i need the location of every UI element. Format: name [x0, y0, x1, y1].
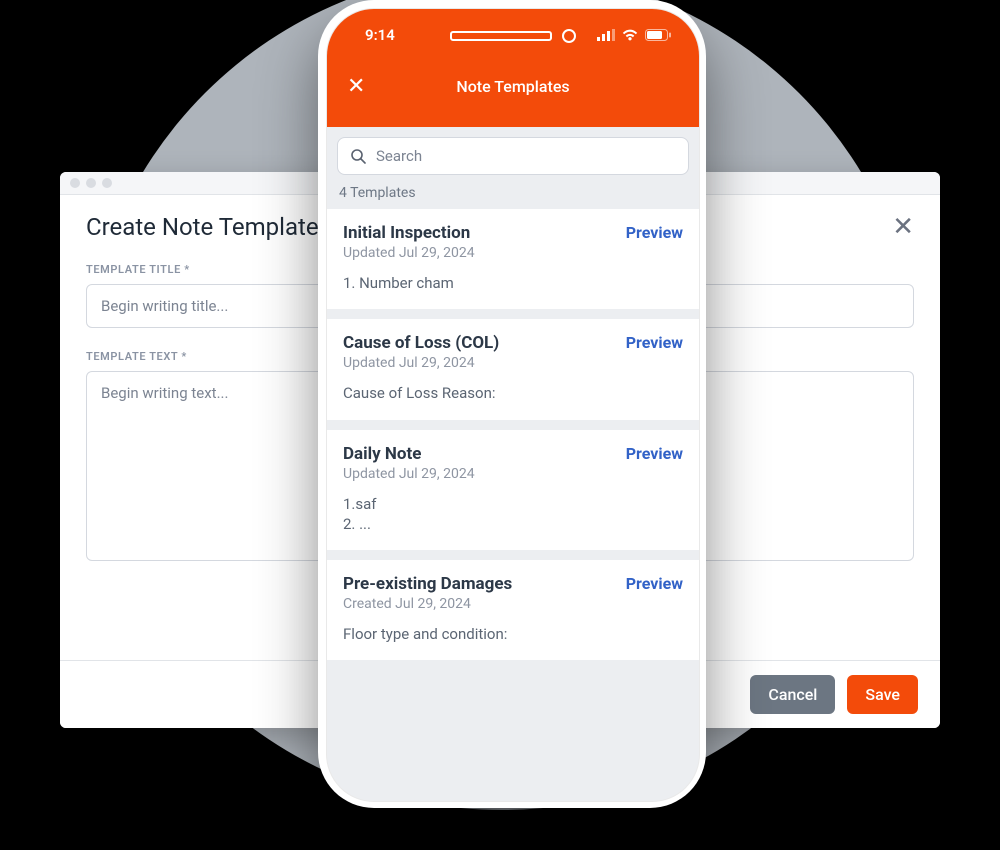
- preview-button[interactable]: Preview: [626, 444, 683, 463]
- cancel-button[interactable]: Cancel: [750, 675, 835, 714]
- save-button[interactable]: Save: [847, 675, 918, 714]
- template-card[interactable]: Initial Inspection Updated Jul 29, 2024 …: [327, 209, 699, 309]
- cellular-icon: [597, 29, 615, 41]
- page-title: Create Note Template: [86, 213, 319, 241]
- phone-screen: 9:14 ✕ Note Templates 4: [326, 8, 700, 802]
- traffic-light-dot: [70, 178, 80, 188]
- status-time: 9:14: [365, 26, 395, 44]
- template-card[interactable]: Daily Note Updated Jul 29, 2024 Preview …: [327, 430, 699, 551]
- preview-button[interactable]: Preview: [626, 223, 683, 242]
- screen-header: ✕ Note Templates: [327, 61, 699, 111]
- template-meta: Created Jul 29, 2024: [343, 596, 512, 612]
- battery-icon: [645, 29, 671, 41]
- wifi-icon: [621, 29, 639, 41]
- search-input[interactable]: [374, 146, 676, 166]
- template-title: Pre-existing Damages: [343, 574, 512, 594]
- template-card[interactable]: Cause of Loss (COL) Updated Jul 29, 2024…: [327, 319, 699, 419]
- traffic-light-dot: [86, 178, 96, 188]
- template-meta: Updated Jul 29, 2024: [343, 355, 499, 371]
- preview-button[interactable]: Preview: [626, 574, 683, 593]
- template-title: Cause of Loss (COL): [343, 333, 499, 353]
- template-title: Daily Note: [343, 444, 475, 464]
- preview-button[interactable]: Preview: [626, 333, 683, 352]
- template-body: Floor type and condition:: [343, 624, 683, 644]
- close-icon[interactable]: ✕: [347, 74, 365, 99]
- close-icon[interactable]: ✕: [892, 214, 914, 240]
- traffic-light-dot: [102, 178, 112, 188]
- template-body: 1.saf 2. ...: [343, 494, 683, 535]
- template-body: 1. Number cham: [343, 273, 683, 293]
- template-meta: Updated Jul 29, 2024: [343, 245, 475, 261]
- phone-frame: 9:14 ✕ Note Templates 4: [318, 0, 706, 808]
- screen-title: Note Templates: [327, 77, 699, 96]
- search-section: [327, 127, 699, 179]
- template-count: 4 Templates: [327, 179, 699, 209]
- template-meta: Updated Jul 29, 2024: [343, 466, 475, 482]
- dynamic-island: [450, 29, 576, 43]
- search-box[interactable]: [337, 137, 689, 175]
- search-icon: [350, 148, 366, 164]
- phone-header-area: 9:14 ✕ Note Templates: [327, 9, 699, 127]
- template-list: Initial Inspection Updated Jul 29, 2024 …: [327, 209, 699, 660]
- template-card[interactable]: Pre-existing Damages Created Jul 29, 202…: [327, 560, 699, 660]
- template-title: Initial Inspection: [343, 223, 475, 243]
- template-body: Cause of Loss Reason:: [343, 383, 683, 403]
